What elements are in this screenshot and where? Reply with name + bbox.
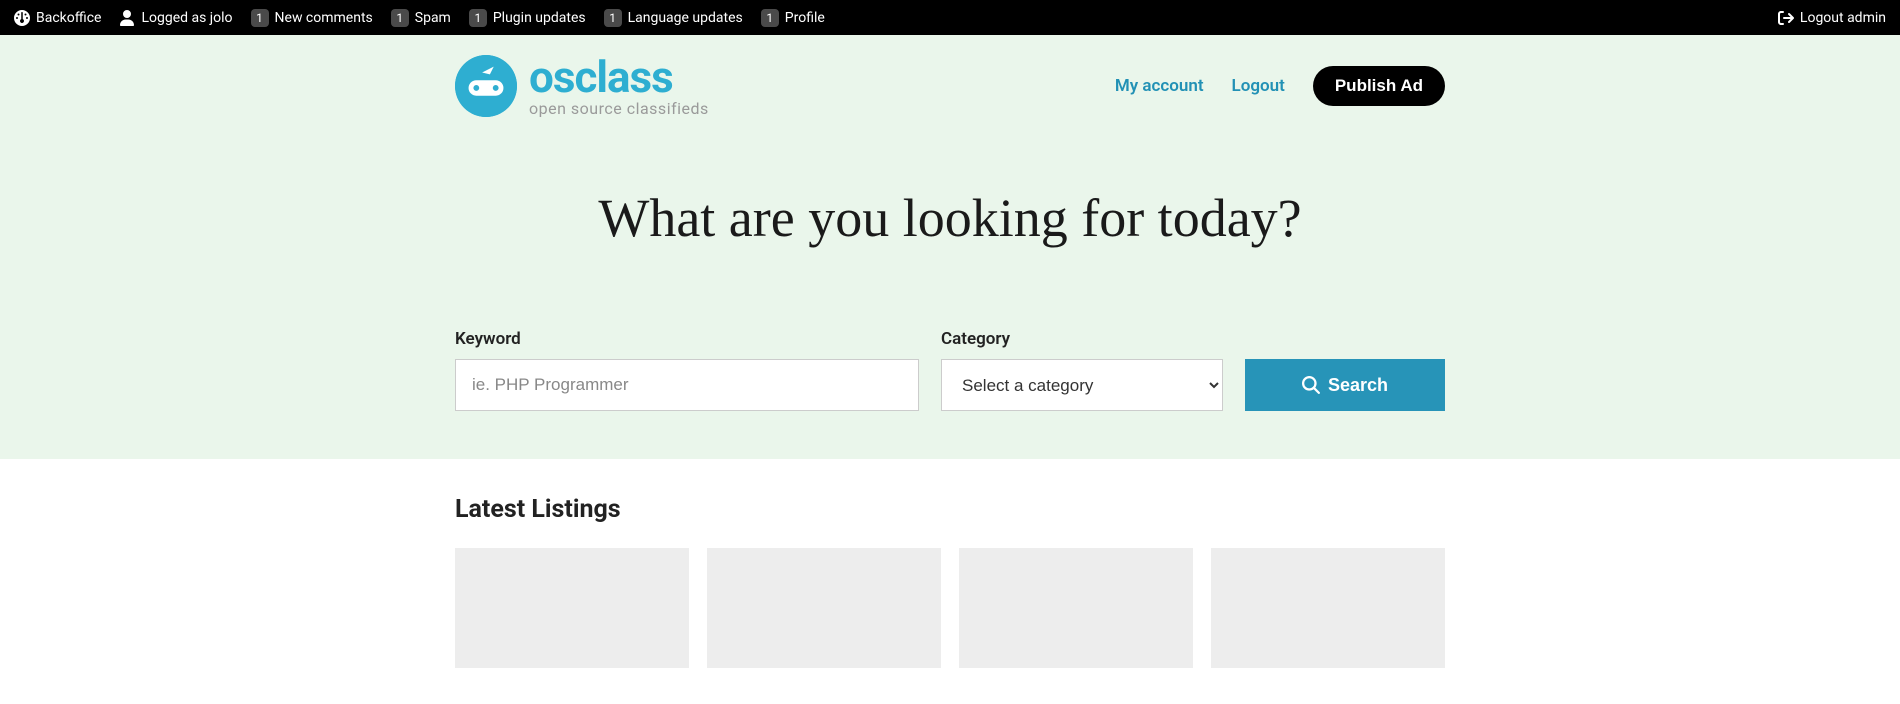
category-select[interactable]: Select a category — [941, 359, 1223, 411]
adminbar-item-label: Plugin updates — [493, 10, 586, 26]
adminbar-item-label: Profile — [785, 10, 825, 26]
hero-section: osclass open source classifieds My accou… — [0, 35, 1900, 459]
logout-admin-link[interactable]: Logout admin — [1778, 10, 1886, 26]
adminbar-item-label: Spam — [415, 10, 451, 26]
badge-count: 1 — [469, 9, 487, 27]
hero-title: What are you looking for today? — [455, 187, 1445, 249]
header-nav: My account Logout Publish Ad — [1115, 66, 1445, 106]
listings-grid — [455, 548, 1445, 668]
listing-card[interactable] — [455, 548, 689, 668]
logout-link[interactable]: Logout — [1232, 76, 1285, 96]
badge-count: 1 — [761, 9, 779, 27]
listing-card[interactable] — [1211, 548, 1445, 668]
site-header: osclass open source classifieds My accou… — [455, 35, 1445, 117]
adminbar-item-label: New comments — [275, 10, 373, 26]
logged-as-label: Logged as jolo — [141, 10, 232, 26]
keyword-field: Keyword — [455, 329, 919, 411]
category-label: Category — [941, 329, 1223, 349]
admin-toolbar: Backoffice Logged as jolo 1 New comments… — [0, 0, 1900, 35]
search-button-label: Search — [1328, 375, 1388, 396]
backoffice-link[interactable]: Backoffice — [14, 10, 101, 26]
publish-ad-button[interactable]: Publish Ad — [1313, 66, 1445, 106]
adminbar-plugin-updates[interactable]: 1 Plugin updates — [469, 9, 586, 27]
brand-name: osclass — [529, 55, 709, 99]
dashboard-icon — [14, 10, 30, 26]
adminbar-profile[interactable]: 1 Profile — [761, 9, 825, 27]
site-logo[interactable]: osclass open source classifieds — [455, 55, 709, 117]
category-field: Category Select a category — [941, 329, 1223, 411]
badge-count: 1 — [391, 9, 409, 27]
search-form: Keyword Category Select a category Searc… — [455, 329, 1445, 411]
keyword-input[interactable] — [455, 359, 919, 411]
adminbar-language-updates[interactable]: 1 Language updates — [604, 9, 743, 27]
adminbar-new-comments[interactable]: 1 New comments — [251, 9, 373, 27]
adminbar-spam[interactable]: 1 Spam — [391, 9, 451, 27]
listing-card[interactable] — [959, 548, 1193, 668]
logged-as-link[interactable]: Logged as jolo — [119, 10, 232, 26]
adminbar-item-label: Language updates — [628, 10, 743, 26]
badge-count: 1 — [251, 9, 269, 27]
logo-mark-icon — [455, 55, 517, 117]
badge-count: 1 — [604, 9, 622, 27]
logout-admin-label: Logout admin — [1800, 10, 1886, 26]
search-button[interactable]: Search — [1245, 359, 1445, 411]
user-icon — [119, 10, 135, 26]
keyword-label: Keyword — [455, 329, 919, 349]
admin-toolbar-left: Backoffice Logged as jolo 1 New comments… — [14, 9, 825, 27]
latest-listings-title: Latest Listings — [455, 495, 1445, 524]
listing-card[interactable] — [707, 548, 941, 668]
logout-icon — [1778, 10, 1794, 26]
my-account-link[interactable]: My account — [1115, 76, 1204, 96]
latest-listings-section: Latest Listings — [0, 459, 1900, 704]
search-icon — [1302, 376, 1320, 394]
backoffice-label: Backoffice — [36, 10, 101, 26]
brand-tagline: open source classifieds — [529, 101, 709, 117]
